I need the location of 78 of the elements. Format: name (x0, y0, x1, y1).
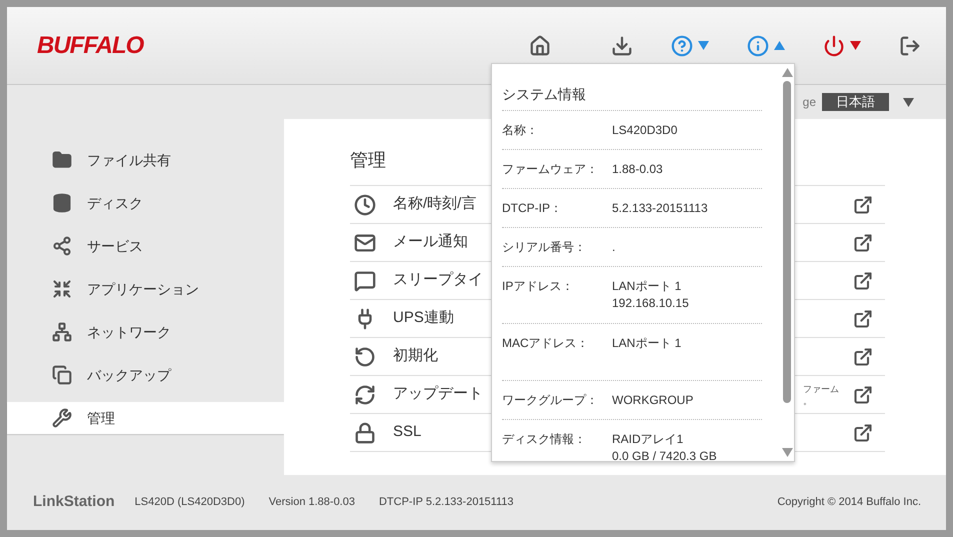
clock-icon (354, 194, 376, 216)
download-icon (611, 34, 633, 56)
power-icon (823, 34, 845, 56)
description-text: ファーム (803, 382, 840, 394)
menu-button[interactable] (671, 34, 709, 56)
info-value: 192.168.10.15 (612, 295, 689, 312)
brand-logo: LinkStation (33, 492, 115, 512)
reset-icon (354, 346, 376, 368)
menu-button[interactable] (823, 34, 861, 56)
menu-button[interactable] (747, 34, 785, 56)
info-value: 5.2.133-20151113 (612, 200, 708, 217)
setting-label[interactable]: メール通知 (393, 231, 468, 254)
sidebar-item[interactable]: アプリケーション (7, 273, 284, 305)
info-value: . (612, 239, 616, 256)
expand-icon[interactable] (853, 346, 873, 366)
wrench-icon (52, 408, 72, 428)
info-value: LANポート 1 (612, 278, 682, 295)
page-title: 管理 (350, 150, 386, 170)
home-icon (529, 34, 551, 56)
info-label: ディスク情報： (502, 431, 587, 448)
info-icon (747, 34, 769, 56)
info-value: LANポート 1 (612, 335, 682, 352)
setting-label[interactable]: アップデート (393, 383, 483, 406)
arrows-icon (52, 279, 72, 299)
expand-icon[interactable] (853, 270, 873, 290)
expand-icon[interactable] (853, 232, 873, 252)
sidebar-item[interactable]: ディスク (7, 187, 284, 219)
expand-icon[interactable] (853, 194, 873, 214)
info-label: IPアドレス： (502, 278, 574, 295)
toolbar-button[interactable] (899, 34, 921, 56)
language-label: ge (802, 94, 816, 111)
info-value: WORKGROUP (612, 392, 694, 409)
speech-bubble-icon (354, 270, 376, 292)
database-icon (52, 193, 72, 213)
copy-icon (52, 365, 72, 385)
share-icon (52, 236, 72, 256)
info-label: 名称： (502, 122, 539, 139)
setting-label[interactable]: SSL (393, 421, 422, 444)
toolbar-button[interactable] (611, 34, 633, 56)
mail-icon (354, 232, 376, 254)
expand-icon[interactable] (853, 308, 873, 328)
setting-label[interactable]: 初期化 (393, 345, 438, 368)
setting-label[interactable]: UPS連動 (393, 307, 454, 330)
network-icon (52, 322, 72, 342)
info-value: LS420D3D0 (612, 122, 678, 139)
logout-icon (899, 34, 921, 56)
info-value: 0.0 GB / 7420.3 GB (612, 448, 717, 461)
model-text: LS420D (LS420D3D0) (134, 495, 245, 510)
version-text: Version 1.88-0.03 (268, 495, 355, 510)
setting-label[interactable]: 名称/時刻/言 (393, 193, 476, 216)
expand-icon[interactable] (853, 422, 873, 442)
scrollbar-thumb[interactable] (783, 81, 791, 403)
sidebar-item[interactable]: バックアップ (7, 359, 284, 391)
folder-icon (52, 150, 72, 170)
logo: BUFFALO (37, 30, 144, 60)
copyright-text: Copyright © 2014 Buffalo Inc. (777, 495, 921, 510)
info-value: 1.88-0.03 (612, 161, 663, 178)
info-label: シリアル番号： (502, 239, 587, 256)
info-label: ファームウェア： (502, 161, 599, 178)
info-value: RAIDアレイ1 (612, 431, 684, 448)
sidebar-item[interactable]: サービス (7, 230, 284, 262)
sidebar-item[interactable]: ファイル共有 (7, 144, 284, 176)
dtcp-text: DTCP-IP 5.2.133-20151113 (378, 495, 514, 510)
lock-icon (354, 422, 376, 444)
setting-label[interactable]: スリープタイ (393, 269, 483, 292)
caret-icon (782, 68, 792, 77)
sidebar-item[interactable]: 管理 (7, 402, 284, 434)
info-label: DTCP-IP： (502, 200, 563, 217)
info-label: MACアドレス： (502, 335, 590, 352)
sidebar-item[interactable]: ネットワーク (7, 316, 284, 348)
popup-title: システム情報 (502, 64, 762, 111)
info-label: ワークグループ： (502, 392, 599, 409)
help-icon (671, 34, 693, 56)
description-text: 。 (803, 394, 813, 406)
refresh-icon (354, 384, 376, 406)
caret-icon (782, 448, 792, 457)
expand-icon[interactable] (853, 384, 873, 404)
caret-icon (903, 98, 914, 106)
